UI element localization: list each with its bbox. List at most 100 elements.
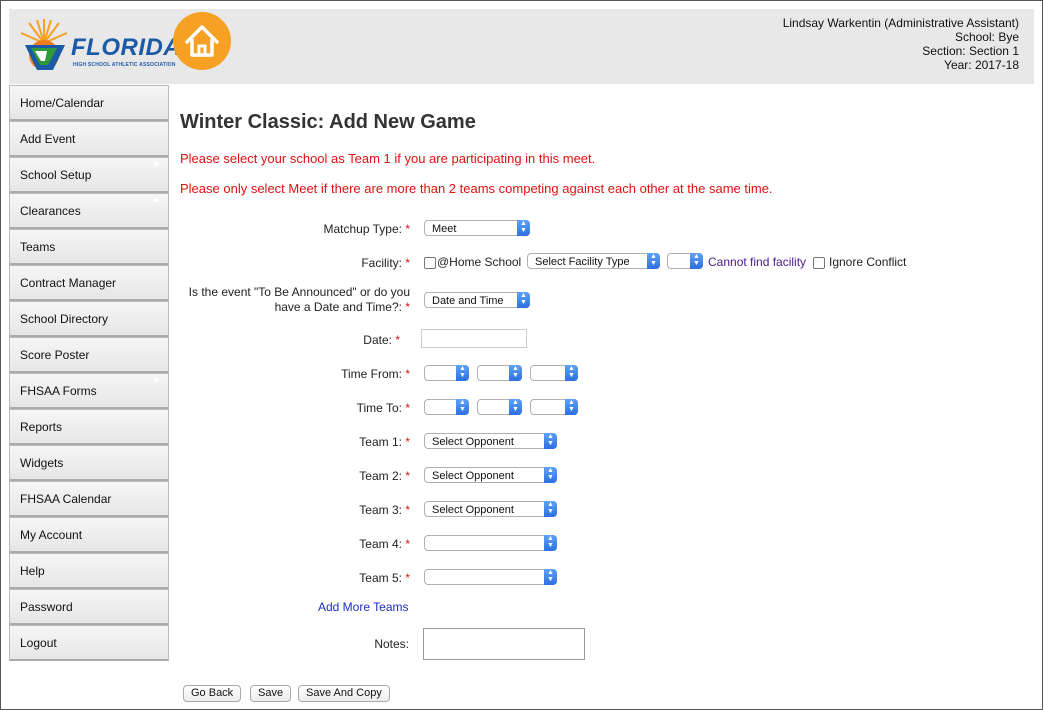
header: FLORIDA HIGH SCHOOL ATHLETIC ASSOCIATION… bbox=[9, 9, 1034, 84]
home-school-label: @Home School bbox=[437, 255, 522, 269]
team5-select[interactable]: ▲ ▼ bbox=[424, 569, 557, 585]
sidebar-item-label: Clearances bbox=[20, 204, 81, 218]
time-to-label: Time To: * bbox=[356, 401, 410, 415]
logo-subtext: HIGH SCHOOL ATHLETIC ASSOCIATION bbox=[73, 62, 176, 68]
select-arrows-icon: ▲ ▼ bbox=[544, 467, 557, 483]
select-arrows-icon: ▲ ▼ bbox=[544, 569, 557, 585]
select-arrows-icon: ▲ ▼ bbox=[456, 365, 469, 381]
time-to-hour-select[interactable]: ▲ ▼ bbox=[424, 399, 469, 415]
sidebar-item-label: Widgets bbox=[20, 456, 64, 470]
save-and-copy-button[interactable]: Save And Copy bbox=[298, 685, 390, 702]
required-marker: * bbox=[405, 503, 410, 517]
sidebar-item-teams[interactable]: Teams bbox=[9, 229, 169, 265]
notice-meet: Please only select Meet if there are mor… bbox=[180, 181, 773, 196]
sidebar-item-label: Help bbox=[20, 564, 45, 578]
sidebar-item-school-setup[interactable]: School Setup ▶ bbox=[9, 157, 169, 193]
matchup-type-select[interactable]: Meet ▲ ▼ bbox=[424, 220, 530, 236]
notice-team1: Please select your school as Team 1 if y… bbox=[180, 151, 596, 166]
required-marker: * bbox=[405, 222, 410, 236]
required-marker: * bbox=[405, 367, 410, 381]
select-arrows-icon: ▲ ▼ bbox=[565, 399, 578, 415]
go-back-button[interactable]: Go Back bbox=[183, 685, 242, 702]
team3-label: Team 3: * bbox=[359, 503, 410, 517]
sidebar-item-label: School Directory bbox=[20, 312, 109, 326]
sidebar-item-add-event[interactable]: Add Event bbox=[9, 121, 169, 157]
add-more-teams-link[interactable]: Add More Teams bbox=[318, 600, 409, 614]
date-input[interactable] bbox=[421, 329, 527, 348]
time-to-minute-select[interactable]: ▲ ▼ bbox=[477, 399, 522, 415]
sidebar-item-widgets[interactable]: Widgets bbox=[9, 445, 169, 481]
select-arrows-icon: ▲ ▼ bbox=[544, 535, 557, 551]
required-marker: * bbox=[405, 537, 410, 551]
required-marker: * bbox=[395, 333, 400, 347]
select-arrows-icon: ▲ ▼ bbox=[517, 220, 530, 236]
select-arrows-icon: ▲ ▼ bbox=[456, 399, 469, 415]
team1-select[interactable]: Select Opponent ▲ ▼ bbox=[424, 433, 557, 449]
required-marker: * bbox=[405, 256, 410, 270]
select-arrows-icon: ▲ ▼ bbox=[647, 253, 660, 269]
time-from-minute-select[interactable]: ▲ ▼ bbox=[477, 365, 522, 381]
required-marker: * bbox=[405, 435, 410, 449]
team2-label: Team 2: * bbox=[359, 469, 410, 483]
sidebar-item-label: Logout bbox=[20, 636, 57, 650]
team4-label: Team 4: * bbox=[359, 537, 410, 551]
select-arrows-icon: ▲ ▼ bbox=[565, 365, 578, 381]
facility-select[interactable]: ▲ ▼ bbox=[667, 253, 703, 269]
time-from-hour-select[interactable]: ▲ ▼ bbox=[424, 365, 469, 381]
sidebar-item-label: Password bbox=[20, 600, 73, 614]
sidebar-item-fhsaa-calendar[interactable]: FHSAA Calendar bbox=[9, 481, 169, 517]
date-label: Date: * bbox=[363, 333, 400, 347]
tba-select[interactable]: Date and Time ▲ ▼ bbox=[424, 292, 530, 308]
user-school: School: Bye bbox=[954, 30, 1019, 44]
sidebar-item-label: Teams bbox=[20, 240, 56, 254]
sidebar-nav: Home/Calendar Add Event School Setup ▶ Cl… bbox=[9, 85, 169, 661]
logo-text: FLORIDA bbox=[71, 34, 182, 61]
sidebar-item-home-calendar[interactable]: Home/Calendar bbox=[9, 85, 169, 121]
team4-select[interactable]: ▲ ▼ bbox=[424, 535, 557, 551]
ignore-conflict-checkbox[interactable] bbox=[813, 257, 825, 269]
home-button[interactable] bbox=[173, 12, 231, 70]
home-school-checkbox[interactable] bbox=[424, 257, 436, 269]
matchup-type-label: Matchup Type: * bbox=[323, 222, 410, 236]
select-arrows-icon: ▲ ▼ bbox=[544, 433, 557, 449]
sidebar-item-password[interactable]: Password bbox=[9, 589, 169, 625]
select-arrows-icon: ▲ ▼ bbox=[509, 365, 522, 381]
sidebar-item-school-directory[interactable]: School Directory bbox=[9, 301, 169, 337]
select-arrows-icon: ▲ ▼ bbox=[509, 399, 522, 415]
user-name: Lindsay Warkentin (Administrative Assist… bbox=[782, 16, 1019, 30]
team1-label: Team 1: * bbox=[359, 435, 410, 449]
required-marker: * bbox=[405, 469, 410, 483]
submenu-arrow-icon: ▶ bbox=[154, 377, 160, 384]
sidebar-item-clearances[interactable]: Clearances ▶ bbox=[9, 193, 169, 229]
submenu-arrow-icon: ▶ bbox=[154, 161, 160, 168]
team5-label: Team 5: * bbox=[359, 571, 410, 585]
required-marker: * bbox=[405, 571, 410, 585]
sidebar-item-score-poster[interactable]: Score Poster bbox=[9, 337, 169, 373]
sidebar-item-label: Reports bbox=[20, 420, 63, 434]
sidebar-item-my-account[interactable]: My Account bbox=[9, 517, 169, 553]
select-arrows-icon: ▲ ▼ bbox=[690, 253, 703, 269]
sidebar-item-reports[interactable]: Reports bbox=[9, 409, 169, 445]
sidebar-item-label: Score Poster bbox=[20, 348, 90, 362]
submenu-arrow-icon: ▶ bbox=[154, 197, 160, 204]
time-from-ampm-select[interactable]: ▲ ▼ bbox=[530, 365, 578, 381]
sidebar-item-help[interactable]: Help bbox=[9, 553, 169, 589]
team2-select[interactable]: Select Opponent ▲ ▼ bbox=[424, 467, 557, 483]
fhsaa-logo-icon[interactable] bbox=[17, 15, 72, 75]
sidebar-item-label: Add Event bbox=[20, 132, 76, 146]
sidebar-item-contract-manager[interactable]: Contract Manager bbox=[9, 265, 169, 301]
notes-textarea[interactable] bbox=[423, 628, 585, 660]
time-to-ampm-select[interactable]: ▲ ▼ bbox=[530, 399, 578, 415]
sidebar-item-label: School Setup bbox=[20, 168, 92, 182]
sidebar-item-logout[interactable]: Logout bbox=[9, 625, 169, 661]
save-button[interactable]: Save bbox=[250, 685, 292, 702]
cannot-find-facility-link[interactable]: Cannot find facility bbox=[708, 255, 806, 269]
required-marker: * bbox=[405, 401, 410, 415]
sidebar-item-label: My Account bbox=[20, 528, 83, 542]
team3-select[interactable]: Select Opponent ▲ ▼ bbox=[424, 501, 557, 517]
sidebar-item-fhsaa-forms[interactable]: FHSAA Forms ▶ bbox=[9, 373, 169, 409]
time-from-label: Time From: * bbox=[341, 367, 410, 381]
sidebar-item-label: Home/Calendar bbox=[20, 96, 105, 110]
facility-type-select[interactable]: Select Facility Type ▲ ▼ bbox=[527, 253, 660, 269]
sidebar-item-label: Contract Manager bbox=[20, 276, 117, 290]
